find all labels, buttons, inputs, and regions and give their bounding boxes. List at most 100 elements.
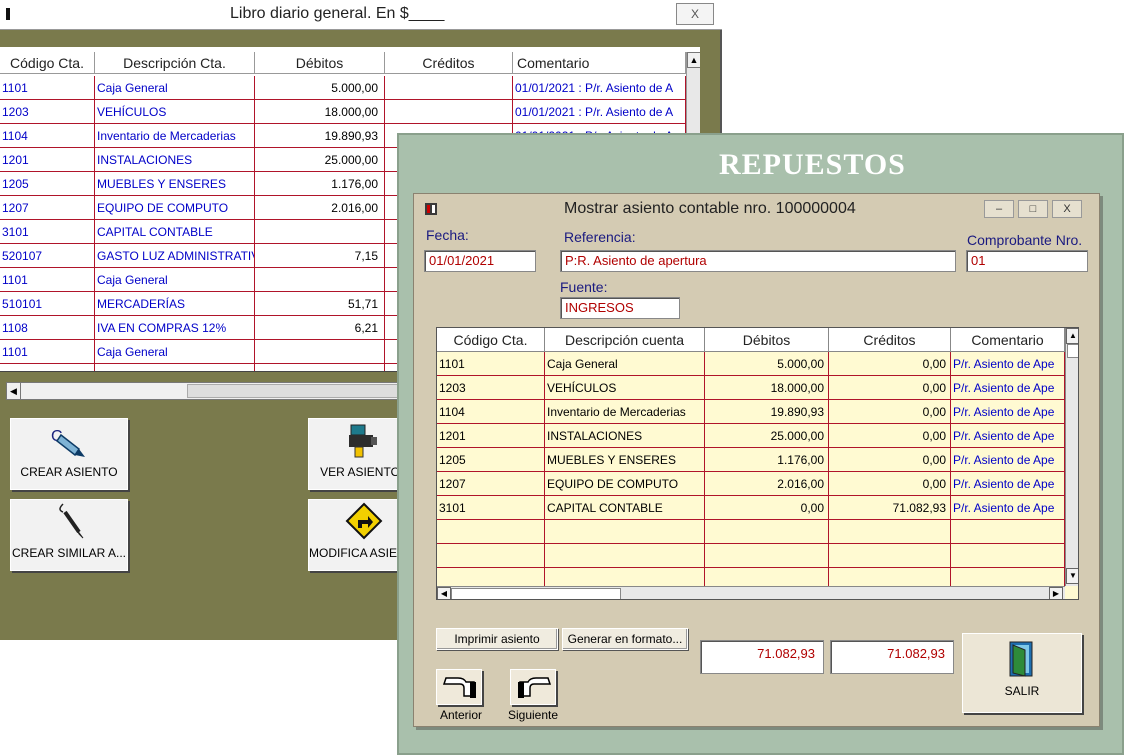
fecha-field[interactable]: 01/01/2021: [424, 250, 536, 272]
salir-button[interactable]: SALIR: [962, 633, 1082, 713]
table-row[interactable]: 1205 MUEBLES Y ENSERES 1.176,00 0,00 P/r. A…: [437, 448, 1065, 472]
fuente-label: Fuente:: [560, 279, 608, 295]
minimize-button[interactable]: –: [984, 200, 1014, 218]
table-row[interactable]: 1203 VEHÍCULOS 18.000,00 01/01/2021 : P/r. …: [0, 100, 700, 124]
cell-code: 1104: [0, 124, 95, 148]
cell-comment: 01/01/2021 : P/r. Asiento de A: [513, 100, 686, 124]
anterior-button[interactable]: [436, 669, 482, 705]
cell-credit: 0,00: [829, 472, 951, 496]
cell-debit: 8,93: [255, 364, 385, 371]
asiento-column-header[interactable]: Débitos: [705, 328, 829, 352]
cell-code: 1104: [437, 400, 545, 424]
libro-column-header[interactable]: Créditos: [385, 52, 513, 74]
scroll-thumb[interactable]: [451, 588, 621, 599]
cell-comment: P/r. Asiento de Ape: [951, 400, 1065, 424]
cell-desc: MUEBLES Y ENSERES: [95, 172, 255, 196]
close-icon: X: [690, 7, 699, 21]
cell-code: 1201: [437, 424, 545, 448]
cell-debit: 0,00: [705, 496, 829, 520]
cell-debit: [255, 340, 385, 364]
scroll-thumb[interactable]: [1067, 344, 1078, 358]
maximize-button[interactable]: □: [1018, 200, 1048, 218]
repuestos-title: REPUESTOS: [719, 148, 906, 181]
siguiente-button[interactable]: [510, 669, 556, 705]
close-button[interactable]: X: [1052, 200, 1082, 218]
scroll-down-icon[interactable]: ▼: [1066, 568, 1078, 584]
scroll-thumb[interactable]: [187, 384, 427, 398]
close-button[interactable]: X: [676, 3, 714, 25]
table-row[interactable]: 1203 VEHÍCULOS 18.000,00 0,00 P/r. Asiento d…: [437, 376, 1065, 400]
cell-code: 520124: [0, 364, 95, 371]
cell-code: 1101: [0, 340, 95, 364]
siguiente-label: Siguiente: [508, 708, 559, 722]
crear-similar-button[interactable]: CREAR SIMILAR A...: [10, 499, 128, 571]
cell-code: 1108: [0, 316, 95, 340]
cell-desc: GASTO COMBUSTIBLE ADMI: [95, 364, 255, 371]
road-sign-icon: [345, 502, 383, 540]
cell-credit: 0,00: [829, 448, 951, 472]
cell-desc: INSTALACIONES: [95, 148, 255, 172]
camera-icon: [349, 424, 377, 458]
cell-code: 1203: [0, 100, 95, 124]
asiento-column-header[interactable]: Descripción cuenta: [545, 328, 705, 352]
crear-asiento-button[interactable]: C CREAR ASIENTO: [10, 418, 128, 490]
table-row[interactable]: 1201 INSTALACIONES 25.000,00 0,00 P/r. Asien…: [437, 424, 1065, 448]
table-row[interactable]: 1207 EQUIPO DE COMPUTO 2.016,00 0,00 P/r. A…: [437, 472, 1065, 496]
app-icon: [425, 203, 437, 215]
table-row[interactable]: 3101 CAPITAL CONTABLE 0,00 71.082,93 P/r. A…: [437, 496, 1065, 520]
table-row[interactable]: 1104 Inventario de Mercaderias 19.890,93 0,…: [437, 400, 1065, 424]
libro-column-header[interactable]: Código Cta.: [0, 52, 95, 74]
cell-debit: 18.000,00: [705, 376, 829, 400]
asiento-column-header[interactable]: Código Cta.: [437, 328, 545, 352]
scroll-left-icon[interactable]: ◀: [437, 587, 451, 599]
comprobante-field[interactable]: 01: [966, 250, 1088, 272]
total-creditos: 71.082,93: [830, 640, 954, 674]
libro-titlebar: Libro diario general. En $____ X: [0, 0, 722, 30]
cell-desc: Caja General: [95, 268, 255, 292]
table-row[interactable]: 1101 Caja General 5.000,00 01/01/2021 : P/r…: [0, 76, 700, 100]
cell-credit: [829, 520, 951, 544]
cell-debit: 6,21: [255, 316, 385, 340]
imprimir-asiento-button[interactable]: Imprimir asiento: [436, 628, 558, 650]
table-row[interactable]: [437, 544, 1065, 568]
cell-desc: Caja General: [545, 352, 705, 376]
libro-column-header[interactable]: Descripción Cta.: [95, 52, 255, 74]
scroll-up-icon[interactable]: ▲: [1066, 328, 1078, 344]
referencia-label: Referencia:: [564, 229, 636, 245]
generar-formato-button[interactable]: Generar en formato...: [562, 628, 688, 650]
cell-debit: 25.000,00: [255, 148, 385, 172]
cell-debit: 2.016,00: [705, 472, 829, 496]
cell-comment: P/r. Asiento de Ape: [951, 424, 1065, 448]
scroll-left-icon[interactable]: ◀: [7, 383, 21, 399]
cell-desc: [545, 520, 705, 544]
scroll-right-icon[interactable]: ▶: [1049, 587, 1063, 599]
total-debitos: 71.082,93: [700, 640, 824, 674]
cell-desc: Inventario de Mercaderias: [95, 124, 255, 148]
hand-pointing-left-icon: [442, 677, 476, 698]
cell-code: 1207: [0, 196, 95, 220]
fuente-field[interactable]: INGRESOS: [560, 297, 680, 319]
table-row[interactable]: [437, 520, 1065, 544]
asiento-column-header[interactable]: Créditos: [829, 328, 951, 352]
table-row[interactable]: 1101 Caja General 5.000,00 0,00 P/r. Asiento…: [437, 352, 1065, 376]
cell-comment: P/r. Asiento de Ape: [951, 448, 1065, 472]
cell-code: [437, 544, 545, 568]
referencia-field[interactable]: P:R. Asiento de apertura: [560, 250, 956, 272]
cell-code: 1201: [0, 148, 95, 172]
comprobante-label: Comprobante Nro.: [967, 232, 1083, 248]
cell-credit: [385, 76, 513, 100]
cell-code: 1207: [437, 472, 545, 496]
cell-comment: [951, 544, 1065, 568]
cell-desc: EQUIPO DE COMPUTO: [95, 196, 255, 220]
cell-debit: [705, 520, 829, 544]
asiento-horizontal-scrollbar[interactable]: ◀ ▶: [437, 586, 1065, 599]
cell-desc: IVA EN COMPRAS 12%: [95, 316, 255, 340]
asiento-column-header[interactable]: Comentario: [951, 328, 1065, 352]
asiento-vertical-scrollbar[interactable]: ▲ ▼: [1065, 328, 1078, 586]
cell-debit: 18.000,00: [255, 100, 385, 124]
libro-column-header[interactable]: Comentario: [513, 52, 686, 74]
cell-desc: Inventario de Mercaderias: [545, 400, 705, 424]
libro-column-header[interactable]: Débitos: [255, 52, 385, 74]
cell-comment: P/r. Asiento de Ape: [951, 472, 1065, 496]
libro-grid-header: Código Cta. Descripción Cta. Débitos Crédit…: [0, 52, 722, 74]
